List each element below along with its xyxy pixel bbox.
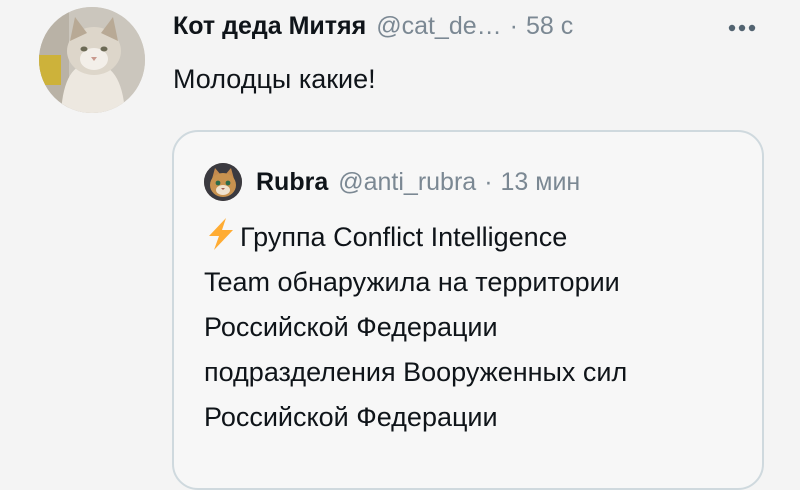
author-name[interactable]: Кот деда Митяя <box>173 12 366 41</box>
quoted-text-line: Группа Conflict Intelligence <box>204 215 749 260</box>
header-separator: · <box>509 12 518 40</box>
quoted-tweet-header: Rubra @anti_rubra · 13 мин <box>204 162 580 202</box>
quoted-text-line-4: подразделения Вооруженных сил <box>204 357 628 387</box>
quoted-text-line-5: Российской Федерации <box>204 402 498 432</box>
quoted-tweet-text: Группа Conflict Intelligence Team обнару… <box>204 215 749 440</box>
author-avatar[interactable] <box>39 7 145 113</box>
cat-avatar-image <box>39 7 145 113</box>
quoted-text-line-1: Группа Conflict Intelligence <box>240 222 568 252</box>
more-button[interactable] <box>720 18 764 38</box>
cat-avatar-image <box>204 163 242 201</box>
quoted-text-line-3: Российской Федерации <box>204 312 498 342</box>
quoted-author-handle[interactable]: @anti_rubra <box>338 168 476 197</box>
quoted-text-line-2: Team обнаружила на территории <box>204 267 620 297</box>
tweet-text: Молодцы какие! <box>173 64 376 94</box>
quoted-author-name[interactable]: Rubra <box>256 168 328 197</box>
lightning-bolt-icon <box>209 218 233 250</box>
author-handle[interactable]: @cat_de… <box>376 12 501 41</box>
tweet[interactable]: Кот деда Митяя @cat_de… · 58 с Молодцы к… <box>0 0 800 490</box>
tweet-time[interactable]: 58 с <box>526 12 573 41</box>
quoted-header-separator: · <box>484 167 493 196</box>
tweet-header: Кот деда Митяя @cat_de… · 58 с <box>173 12 573 46</box>
more-horizontal-icon <box>728 24 756 32</box>
quoted-author-avatar[interactable] <box>204 163 242 201</box>
quoted-tweet-time[interactable]: 13 мин <box>501 168 581 197</box>
quoted-tweet[interactable]: Rubra @anti_rubra · 13 мин Группа Confli… <box>172 130 764 490</box>
